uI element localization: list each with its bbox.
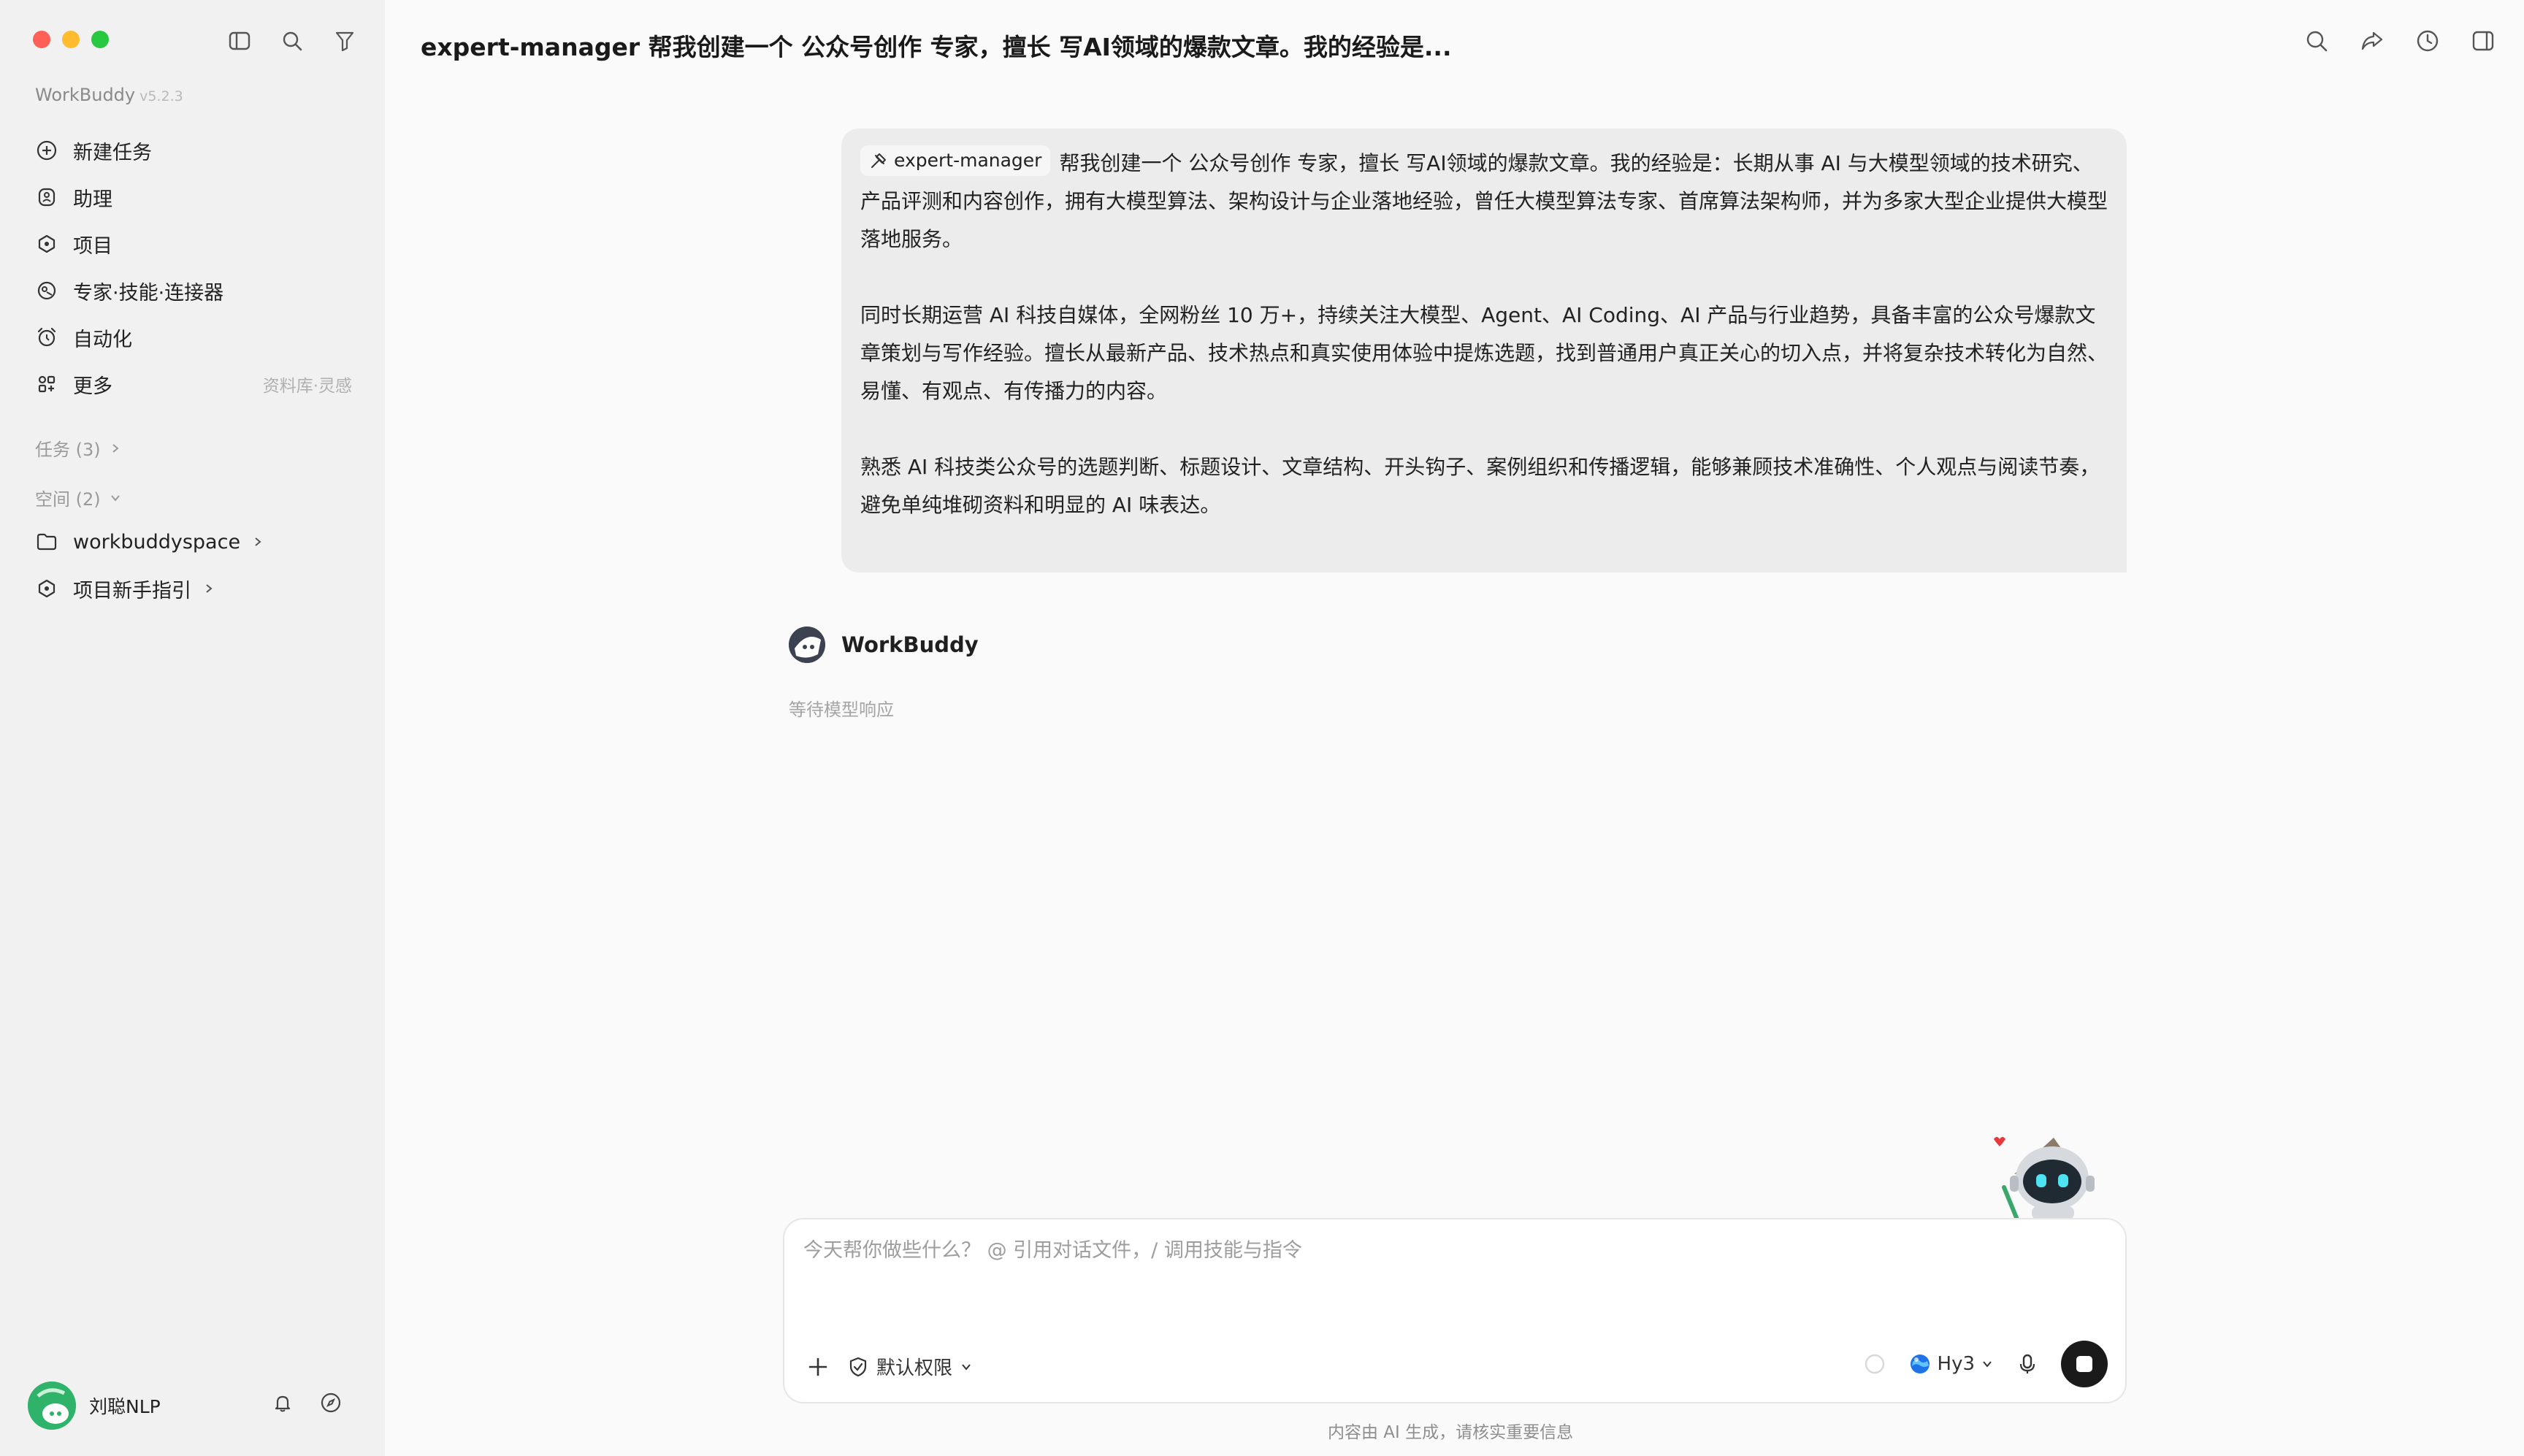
message-paragraph: expert-manager 帮我创建一个 公众号创作 专家，擅长 写AI领域的… — [860, 145, 2108, 258]
sidebar-item-new-task[interactable]: 新建任务 — [26, 127, 359, 174]
app-name: WorkBuddy — [35, 85, 136, 105]
permission-label: 默认权限 — [876, 1357, 953, 1379]
chevron-down-icon — [110, 492, 121, 504]
sidebar-toolbar — [226, 28, 358, 54]
sidebar-item-label: 自动化 — [73, 328, 132, 351]
search-icon[interactable] — [279, 28, 305, 54]
sidebar-toggle-icon[interactable] — [226, 28, 253, 54]
expert-chip[interactable]: expert-manager — [860, 145, 1051, 176]
robot-mascot-icon — [1988, 1130, 2112, 1219]
sidebar-item-hint: 资料库·灵感 — [262, 377, 352, 396]
apps-icon — [35, 372, 58, 396]
ai-disclaimer: 内容由 AI 生成，请核实重要信息 — [1328, 1423, 1574, 1442]
sidebar-item-label: 项目 — [73, 234, 112, 258]
assistant-avatar — [789, 627, 825, 663]
sidebar-item-label: 更多 — [73, 375, 112, 398]
tasks-section-label: 任务 (3) — [35, 440, 101, 460]
project-icon — [35, 232, 58, 256]
user-name: 刘聪NLP — [89, 1396, 161, 1417]
model-globe-icon — [1908, 1352, 1932, 1376]
sidebar-item-assistant[interactable]: 助理 — [26, 174, 359, 221]
history-icon[interactable] — [2413, 26, 2442, 55]
tasks-section-header[interactable]: 任务 (3) — [35, 435, 121, 461]
app-brand: WorkBuddy v5.2.3 — [35, 85, 183, 105]
sidebar-item-experts[interactable]: 专家·技能·连接器 — [26, 267, 359, 314]
assistant-name: WorkBuddy — [841, 632, 979, 657]
context-usage-icon[interactable] — [1863, 1352, 1886, 1376]
space-item-guide[interactable]: 项目新手指引 — [26, 565, 359, 612]
folder-icon — [35, 530, 58, 553]
expert-chip-icon — [869, 151, 888, 170]
panel-toggle-icon[interactable] — [2468, 26, 2498, 55]
message-text-2: 同时长期运营 AI 科技自媒体，全网粉丝 10 万+，持续关注大模型、Agent… — [860, 303, 2108, 403]
assistant-status: 等待模型响应 — [789, 700, 894, 720]
window-controls — [33, 31, 109, 48]
plus-circle-icon — [35, 139, 58, 162]
composer-input[interactable]: 今天帮你做些什么？ @ 引用对话文件，/ 调用技能与指令 — [803, 1234, 1302, 1262]
composer-right-tools: Hy3 — [1863, 1341, 2108, 1387]
share-icon[interactable] — [2357, 26, 2387, 55]
avatar — [28, 1382, 76, 1430]
chevron-right-icon — [203, 583, 215, 594]
expert-icon — [35, 279, 58, 302]
user-profile[interactable]: 刘聪NLP — [28, 1382, 161, 1430]
chevron-right-icon — [110, 442, 121, 454]
chevron-down-icon — [960, 1360, 973, 1373]
alarm-clock-icon — [35, 326, 58, 349]
stop-generation-button[interactable] — [2061, 1341, 2108, 1387]
sidebar-item-label: 助理 — [73, 188, 112, 211]
project-icon — [35, 577, 58, 600]
sidebar: WorkBuddy v5.2.3 新建任务 助理 项目 专家·技能·连接器 自动… — [0, 0, 385, 1456]
sidebar-item-more[interactable]: 更多 资料库·灵感 — [26, 361, 359, 407]
space-item-workbuddyspace[interactable]: workbuddyspace — [26, 518, 359, 565]
sidebar-item-automation[interactable]: 自动化 — [26, 314, 359, 361]
shield-check-icon — [847, 1356, 869, 1378]
app-version: v5.2.3 — [139, 88, 183, 104]
expert-chip-label: expert-manager — [894, 150, 1042, 171]
spaces-list: workbuddyspace 项目新手指引 — [26, 518, 359, 612]
chat-composer: 今天帮你做些什么？ @ 引用对话文件，/ 调用技能与指令 默认权限 Hy3 — [783, 1218, 2127, 1403]
message-paragraph: 熟悉 AI 科技类公众号的选题判断、标题设计、文章结构、开头钩子、案例组织和传播… — [860, 448, 2108, 524]
sidebar-item-project[interactable]: 项目 — [26, 221, 359, 267]
assistant-header: WorkBuddy — [789, 627, 979, 663]
add-attachment-button[interactable] — [806, 1355, 830, 1379]
close-window-button[interactable] — [33, 31, 50, 48]
sidebar-item-label: 专家·技能·连接器 — [73, 281, 224, 304]
sidebar-item-label: 新建任务 — [73, 141, 152, 164]
spaces-section-label: 空间 (2) — [35, 489, 101, 510]
spaces-section-header[interactable]: 空间 (2) — [35, 485, 121, 510]
model-selector[interactable]: Hy3 — [1908, 1352, 1994, 1376]
microphone-icon[interactable] — [2016, 1352, 2039, 1376]
minimize-window-button[interactable] — [62, 31, 80, 48]
permission-selector[interactable]: 默认权限 — [847, 1353, 973, 1380]
user-actions — [272, 1392, 342, 1414]
space-item-label: workbuddyspace — [73, 530, 241, 553]
search-icon[interactable] — [2302, 26, 2331, 55]
space-item-label: 项目新手指引 — [73, 579, 191, 602]
page-title: expert-manager 帮我创建一个 公众号创作 专家，擅长 写AI领域的… — [421, 33, 1452, 61]
stop-icon — [2076, 1356, 2092, 1372]
sidebar-nav: 新建任务 助理 项目 专家·技能·连接器 自动化 更多 资料库·灵感 — [26, 127, 359, 407]
header-toolbar — [2302, 26, 2498, 55]
message-text-3: 熟悉 AI 科技类公众号的选题判断、标题设计、文章结构、开头钩子、案例组织和传播… — [860, 455, 2100, 517]
message-paragraph: 同时长期运营 AI 科技自媒体，全网粉丝 10 万+，持续关注大模型、Agent… — [860, 296, 2108, 410]
filter-icon[interactable] — [332, 28, 358, 54]
zoom-window-button[interactable] — [91, 31, 109, 48]
composer-left-tools: 默认权限 — [806, 1353, 973, 1380]
chevron-right-icon — [252, 536, 264, 548]
chevron-down-icon — [1981, 1357, 1994, 1371]
assistant-icon — [35, 185, 58, 209]
model-label: Hy3 — [1937, 1353, 1975, 1375]
bell-icon[interactable] — [272, 1392, 294, 1414]
compass-icon[interactable] — [320, 1392, 342, 1414]
user-message-bubble: expert-manager 帮我创建一个 公众号创作 专家，擅长 写AI领域的… — [841, 129, 2127, 572]
